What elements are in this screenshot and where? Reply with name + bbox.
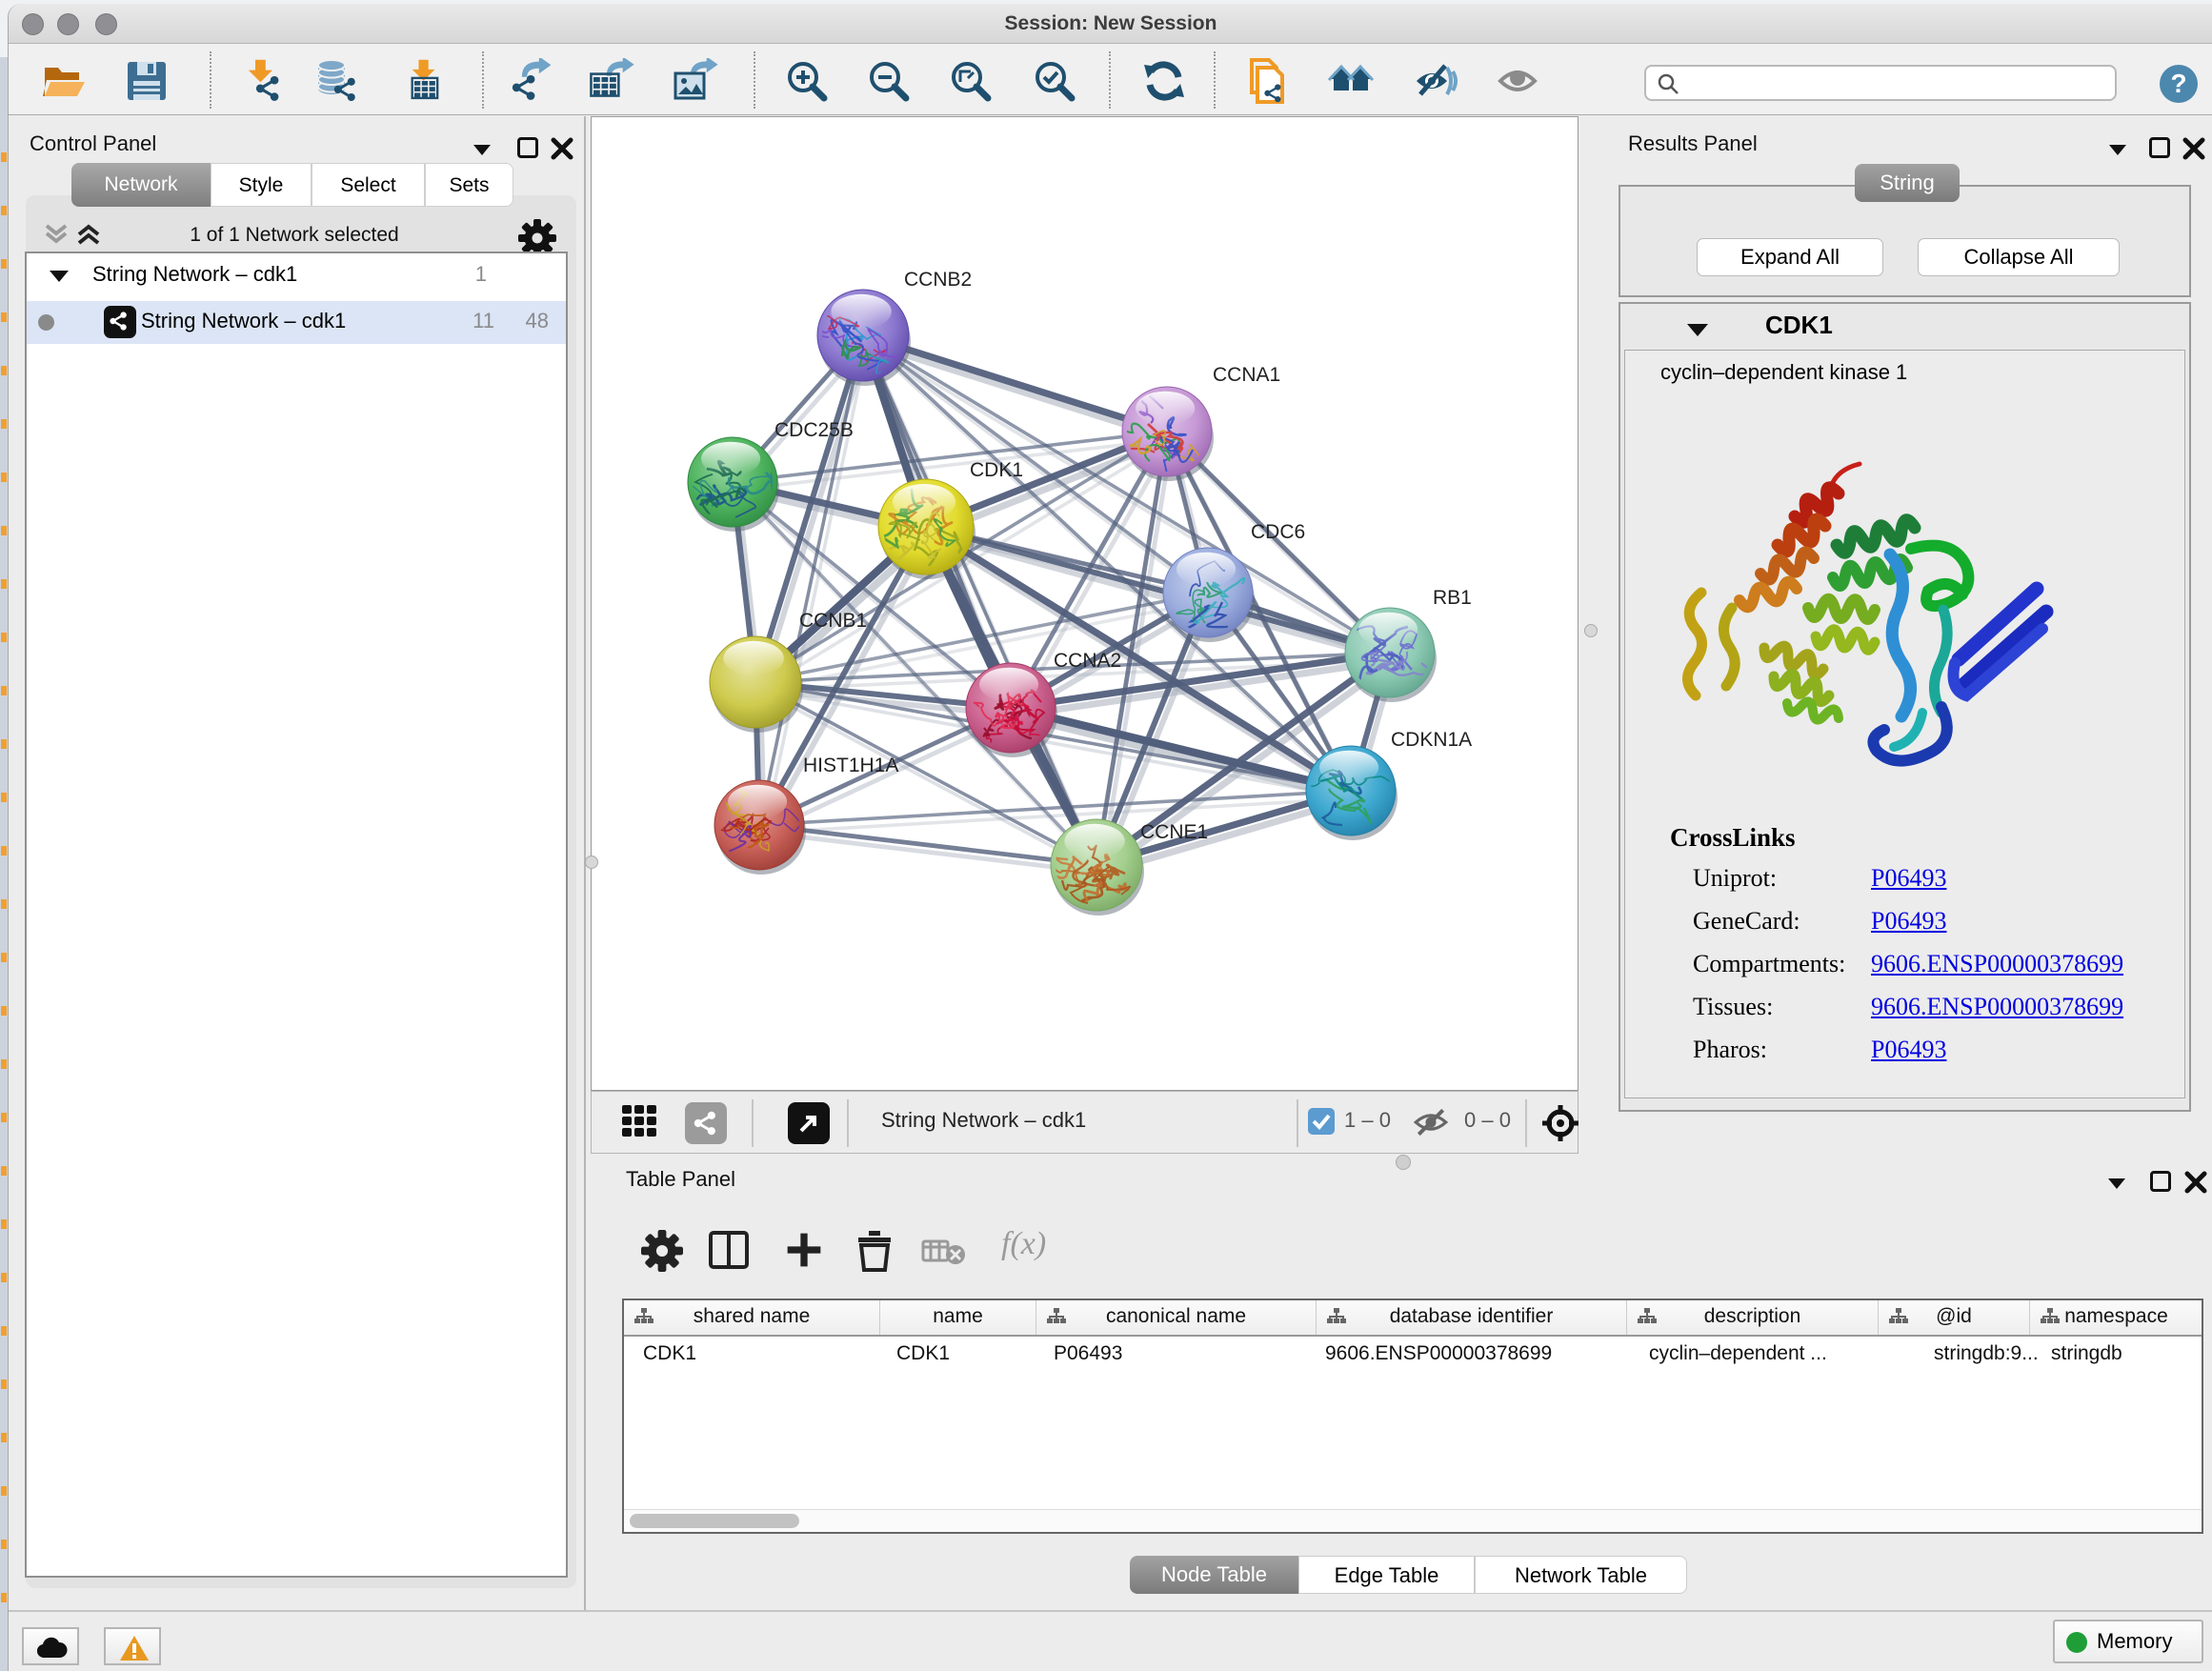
svg-text:CCNB1: CCNB1 <box>799 610 867 632</box>
svg-text:CCNE1: CCNE1 <box>1140 821 1208 843</box>
svg-text:CDC6: CDC6 <box>1251 521 1305 543</box>
svg-text:CDC25B: CDC25B <box>774 419 854 441</box>
svg-text:CCNB2: CCNB2 <box>904 269 972 291</box>
svg-text:CCNA2: CCNA2 <box>1054 650 1121 672</box>
svg-text:HIST1H1A: HIST1H1A <box>803 755 898 776</box>
svg-text:CDKN1A: CDKN1A <box>1391 729 1472 751</box>
svg-text:CDK1: CDK1 <box>970 459 1023 481</box>
svg-text:CCNA1: CCNA1 <box>1213 364 1280 386</box>
svg-text:RB1: RB1 <box>1433 587 1472 609</box>
